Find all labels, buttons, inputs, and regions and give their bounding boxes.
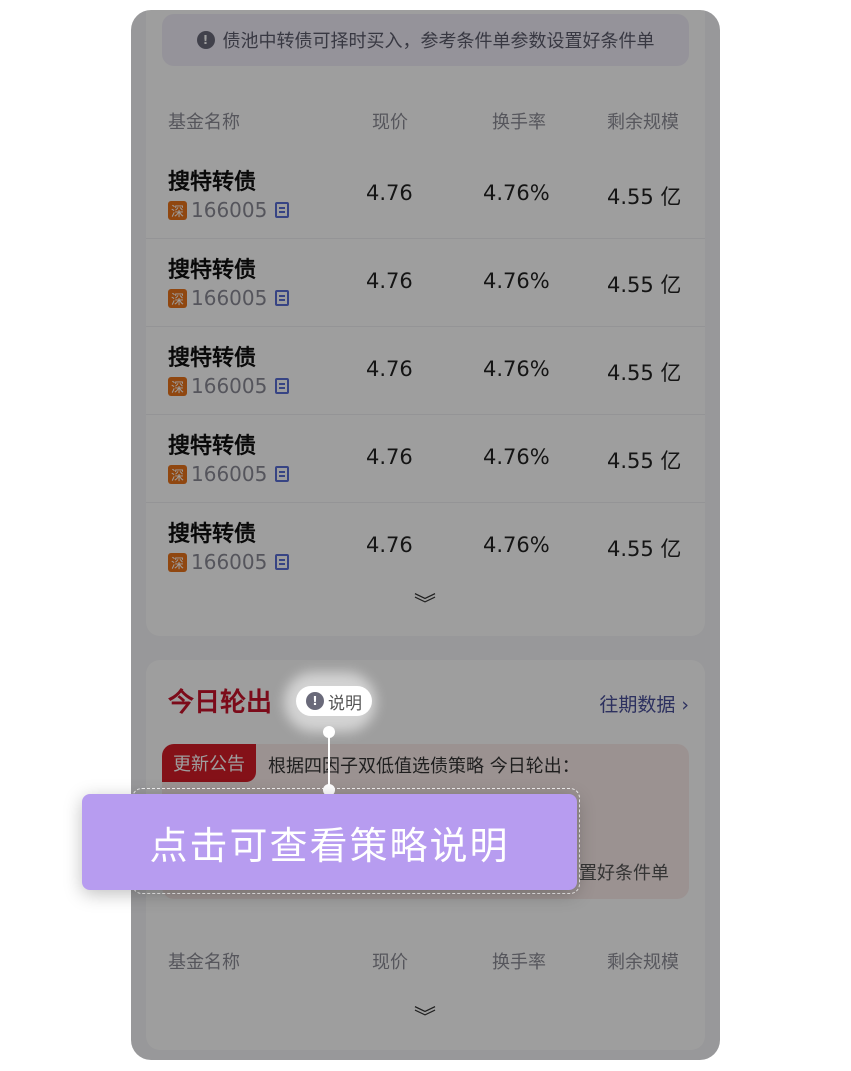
phone-screen: ! 债池中转债可择时买入，参考条件单参数设置好条件单 基金名称 现价 换手率 剩…: [131, 10, 720, 1060]
guide-callout[interactable]: 点击可查看策略说明: [82, 794, 577, 890]
info-icon: !: [306, 692, 324, 710]
explain-label: 说明: [328, 693, 362, 714]
callout-connector-line: [328, 730, 330, 792]
explain-button[interactable]: ! 说明: [296, 686, 372, 716]
guide-overlay[interactable]: [131, 10, 720, 1060]
callout-text: 点击可查看策略说明: [149, 823, 510, 868]
connector-dot-top: [323, 726, 335, 738]
